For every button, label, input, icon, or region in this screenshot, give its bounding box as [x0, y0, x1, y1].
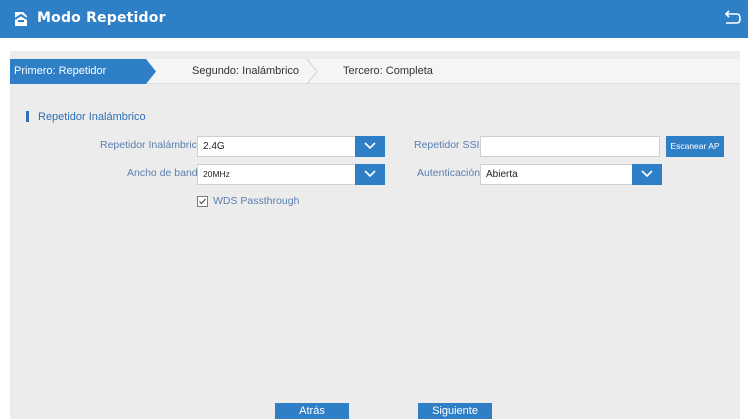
bandwidth-label: Ancho de banda	[127, 167, 204, 179]
scan-ap-button[interactable]: Escanear AP	[666, 136, 724, 157]
wireless-repeater-select[interactable]: 2.4G	[197, 136, 385, 157]
chevron-down-icon[interactable]	[355, 136, 385, 157]
header-bar: Modo Repetidor	[0, 0, 748, 38]
step-3[interactable]: Tercero: Completa	[343, 59, 433, 84]
ssid-label: Repetidor SSID	[414, 139, 487, 151]
bandwidth-select[interactable]: 20MHz	[197, 164, 385, 185]
step-1-label: Primero: Repetidor	[14, 65, 107, 77]
next-button[interactable]: Siguiente	[418, 403, 492, 419]
step-2[interactable]: Segundo: Inalámbrico	[192, 59, 299, 84]
page-title: Modo Repetidor	[37, 10, 166, 26]
return-arrow-icon[interactable]	[722, 9, 742, 29]
wireless-repeater-label: Repetidor Inalámbrico	[100, 139, 203, 151]
auth-value: Abierta	[486, 169, 518, 180]
auth-label: Autenticación	[417, 167, 481, 179]
wds-checkbox[interactable]	[197, 196, 208, 207]
step-3-label: Tercero: Completa	[343, 65, 433, 77]
step-separator-icon	[306, 59, 318, 84]
chevron-down-icon[interactable]	[355, 164, 385, 185]
auth-select[interactable]: Abierta	[480, 164, 662, 185]
ssid-input[interactable]	[480, 136, 660, 157]
section-title: Repetidor Inalámbrico	[26, 110, 146, 124]
wizard-steps: Primero: Repetidor Segundo: Inalámbrico …	[10, 59, 740, 84]
router-logo-icon	[14, 12, 28, 26]
wds-label: WDS Passthrough	[213, 195, 300, 207]
section-title-text: Repetidor Inalámbrico	[38, 111, 146, 123]
check-icon	[199, 198, 206, 205]
step-2-label: Segundo: Inalámbrico	[192, 65, 300, 77]
step-1[interactable]: Primero: Repetidor	[10, 59, 156, 84]
bandwidth-value: 20MHz	[203, 169, 230, 179]
main-panel: Primero: Repetidor Segundo: Inalámbrico …	[10, 51, 740, 419]
chevron-down-icon[interactable]	[632, 164, 662, 185]
section-marker	[26, 111, 29, 122]
wireless-repeater-value: 2.4G	[203, 141, 225, 152]
back-button[interactable]: Atrás	[275, 403, 349, 419]
